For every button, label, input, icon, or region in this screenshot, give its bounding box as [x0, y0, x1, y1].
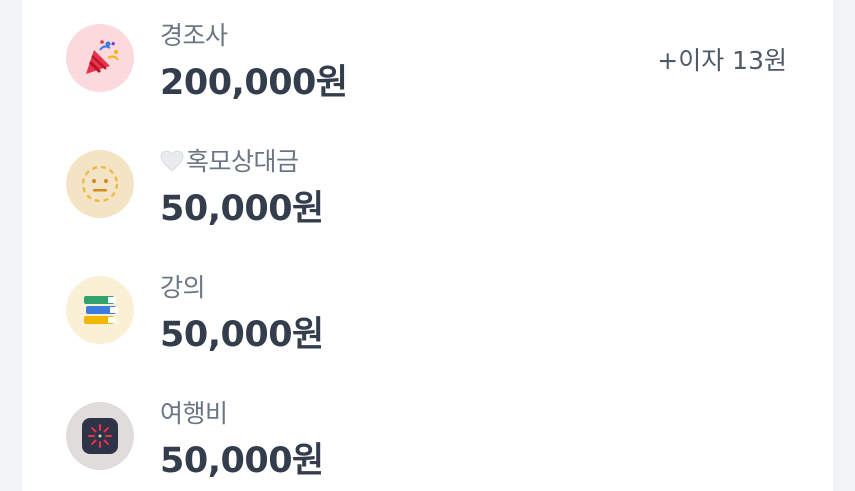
- list-item-funeral[interactable]: 혹모상대금 50,000원: [22, 126, 833, 236]
- list-item-gyeongjosa[interactable]: 경조사 200,000원 +이자 13원: [22, 0, 833, 110]
- neutral-face-icon: [66, 150, 134, 218]
- books-icon: [66, 276, 134, 344]
- interest-badge: +이자 13원: [657, 46, 787, 75]
- fireworks-icon: [66, 402, 134, 470]
- item-amount: 50,000원: [160, 315, 324, 355]
- white-heart-icon: [160, 149, 184, 178]
- list-item-travel[interactable]: 여행비 50,000원: [22, 378, 833, 488]
- list-item-lecture[interactable]: 강의 50,000원: [22, 252, 833, 362]
- item-amount: 50,000원: [160, 189, 324, 229]
- item-label: 여행비: [160, 399, 228, 428]
- party-popper-icon: [66, 24, 134, 92]
- item-label: 혹모상대금: [186, 147, 299, 176]
- item-label: 경조사: [160, 21, 228, 50]
- item-label: 강의: [160, 273, 206, 302]
- item-amount: 200,000원: [160, 63, 348, 103]
- item-label-wrap: 혹모상대금: [160, 142, 299, 178]
- account-list-card: 경조사 200,000원 +이자 13원 혹모상대금 50,000원 강의 50…: [22, 0, 833, 491]
- item-amount: 50,000원: [160, 441, 324, 481]
